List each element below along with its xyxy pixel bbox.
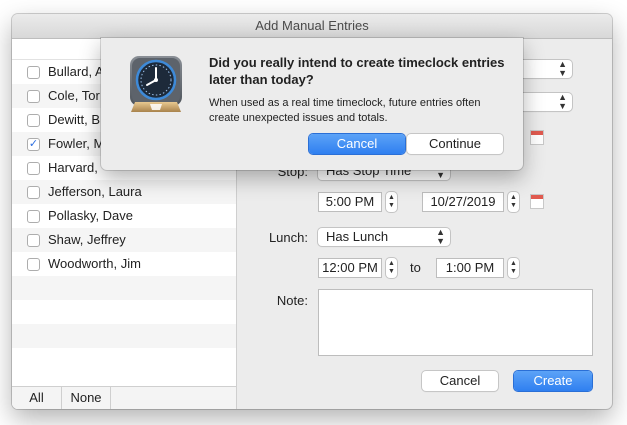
alert-message: When used as a real time timeclock, futu… — [209, 97, 481, 124]
empty-row — [12, 348, 236, 372]
empty-row — [12, 300, 236, 324]
checkbox[interactable] — [27, 66, 40, 79]
empty-row — [12, 276, 236, 300]
employee-name: Harvard, — [48, 160, 98, 175]
chevron-updown-icon: ▲▼ — [558, 59, 567, 78]
lunch-end-field[interactable]: 1:00 PM — [436, 258, 504, 278]
stop-date-stepper[interactable]: ▲ ▼ — [508, 192, 519, 212]
lunch-mode-value: Has Lunch — [326, 229, 389, 244]
checkbox[interactable] — [27, 210, 40, 223]
checkbox-checked[interactable]: ✓ — [27, 138, 40, 151]
stop-calendar-icon[interactable] — [530, 194, 544, 209]
employee-name: Pollasky, Dave — [48, 208, 134, 223]
employee-name: Dewitt, B — [48, 112, 101, 127]
select-all-button[interactable]: All — [12, 387, 62, 409]
lunch-mode-popup[interactable]: Has Lunch ▲ ▼ — [318, 228, 450, 246]
lunch-end-stepper[interactable]: ▲ ▼ — [508, 258, 519, 278]
stop-date-field[interactable]: 10/27/2019 — [422, 192, 504, 212]
select-none-button[interactable]: None — [62, 387, 111, 409]
employee-row[interactable]: Shaw, Jeffrey — [12, 228, 236, 252]
checkbox[interactable] — [27, 234, 40, 247]
future-entries-alert: Did you really intend to create timecloc… — [101, 38, 523, 170]
start-mode-popup[interactable]: ▲ ▼ — [517, 60, 572, 78]
create-button[interactable]: Create — [514, 371, 592, 391]
stop-time-field[interactable]: 5:00 PM — [318, 192, 382, 212]
lunch-start-field[interactable]: 12:00 PM — [318, 258, 382, 278]
stop-time-stepper[interactable]: ▲ ▼ — [386, 192, 397, 212]
note-label: Note: — [276, 293, 308, 308]
lunch-to-label: to — [410, 260, 421, 275]
employee-row[interactable]: Woodworth, Jim — [12, 252, 236, 276]
cancel-button[interactable]: Cancel — [422, 371, 498, 391]
employee-name: Shaw, Jeffrey — [48, 232, 126, 247]
checkbox[interactable] — [27, 186, 40, 199]
chevron-updown-icon: ▲▼ — [558, 92, 567, 111]
checkbox[interactable] — [27, 114, 40, 127]
employee-row[interactable]: Jefferson, Laura — [12, 180, 236, 204]
employee-name: Woodworth, Jim — [48, 256, 141, 271]
window-title: Add Manual Entries — [12, 14, 612, 39]
employee-name: Fowler, M — [48, 136, 105, 151]
employee-name: Bullard, A — [48, 64, 104, 79]
checkbox[interactable] — [27, 90, 40, 103]
employee-name: Jefferson, Laura — [48, 184, 142, 199]
alert-cancel-button[interactable]: Cancel — [309, 134, 405, 154]
chevron-updown-icon: ▲▼ — [436, 227, 445, 246]
employee-row[interactable]: Pollasky, Dave — [12, 204, 236, 228]
category-popup[interactable]: ▲ ▼ — [517, 93, 572, 111]
note-textarea[interactable] — [318, 289, 593, 356]
empty-row — [12, 324, 236, 348]
timeclock-app-icon — [130, 56, 182, 112]
checkbox[interactable] — [27, 162, 40, 175]
alert-title: Did you really intend to create timecloc… — [209, 55, 505, 87]
list-footer: All None — [12, 386, 236, 409]
checkbox[interactable] — [27, 258, 40, 271]
lunch-start-stepper[interactable]: ▲ ▼ — [386, 258, 397, 278]
employee-name: Cole, Tor — [48, 88, 100, 103]
lunch-label: Lunch: — [268, 230, 308, 245]
alert-continue-button[interactable]: Continue — [407, 134, 503, 154]
start-calendar-icon[interactable] — [530, 130, 544, 145]
